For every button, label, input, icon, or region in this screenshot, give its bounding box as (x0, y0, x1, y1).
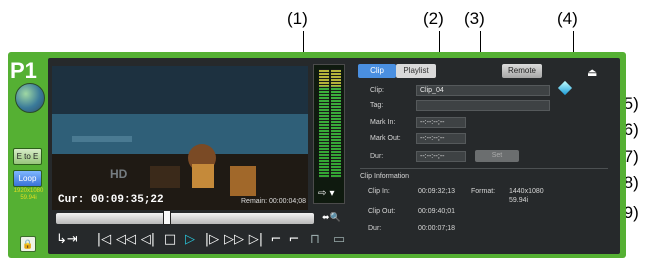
set-button[interactable]: Set (475, 150, 519, 162)
remote-button[interactable]: Remote (502, 64, 542, 78)
clip-label: Clip: (370, 87, 385, 94)
tag-field[interactable] (416, 100, 550, 111)
play-icon[interactable]: ▷ (180, 229, 200, 251)
dur-field[interactable]: --:--:--;-- (416, 151, 466, 162)
clip-info-heading: Clip Information (360, 173, 410, 180)
clip-in-label: Clip In: (368, 188, 390, 195)
output-arrow-icon[interactable]: ⇨ ▾ (318, 188, 335, 199)
fast-forward-icon[interactable]: ▷▷ (224, 229, 244, 251)
meter-left-channel (319, 69, 329, 178)
tag-label: Tag: (370, 102, 384, 109)
callout-1: (1) (287, 9, 308, 28)
clip-split-icon[interactable]: ⊓ (306, 229, 324, 251)
status-gem-icon[interactable] (557, 80, 573, 96)
video-viewer: HD Cur: 00:09:35;22 Remain: 00:00:04;08 (52, 66, 308, 210)
current-timecode: Cur: 00:09:35;22 (58, 194, 164, 206)
svg-text:HD: HD (110, 167, 128, 181)
remain-timecode: Remain: 00:00:04;08 (241, 198, 306, 205)
zoom-icon[interactable]: ⬌🔍 (322, 212, 341, 223)
dur-label: Dur: (370, 153, 384, 160)
section-divider (360, 168, 608, 169)
scrub-handle[interactable] (162, 210, 171, 225)
loop-button[interactable]: Loop (13, 170, 42, 187)
tab-playlist[interactable]: Playlist (396, 64, 436, 78)
step-back-icon[interactable]: ◁| (138, 229, 158, 251)
callout-2: (2) (423, 9, 444, 28)
scrub-bar[interactable] (56, 213, 314, 224)
goto-start-icon[interactable]: |◁ (94, 229, 114, 251)
rewind-icon[interactable]: ◁◁ (116, 229, 136, 251)
video-frame-image: HD (52, 66, 308, 210)
mark-out-icon[interactable]: ⌐ (266, 229, 286, 251)
audio-meter (313, 64, 345, 204)
mark-in-icon[interactable]: ↳⇥ (56, 229, 78, 251)
format-rate-value: 59.94i (509, 197, 529, 204)
stop-icon[interactable]: □ (160, 229, 180, 251)
format-resolution: 1920x1080 (13, 188, 44, 194)
step-forward-icon[interactable]: |▷ (202, 229, 222, 251)
clip-dur-label: Dur: (368, 225, 382, 232)
format-indicator: 1920x1080 59.94i (13, 188, 44, 202)
meter-right-channel (331, 69, 341, 178)
lock-icon[interactable]: 🔒 (20, 236, 36, 252)
clip-dur-value: 00:00:07;18 (418, 225, 455, 232)
callout-4: (4) (557, 9, 578, 28)
format-resolution-value: 1440x1080 (509, 188, 544, 195)
mark-out-alt-icon[interactable]: ⌐ (285, 229, 303, 251)
clip-name-field[interactable]: Clip_04 (416, 85, 550, 96)
clip-in-value: 00:09:32;13 (418, 188, 455, 195)
mark-out-label: Mark Out: (370, 135, 401, 142)
mark-out-field[interactable]: --:--:--;-- (416, 133, 466, 144)
mark-in-label: Mark In: (370, 119, 396, 126)
format-rate: 59.94i (20, 195, 37, 201)
eject-icon[interactable]: ⏏ (587, 66, 597, 79)
clip-out-value: 00:09:40;01 (418, 208, 455, 215)
format-label: Format: (471, 188, 496, 195)
mark-in-field[interactable]: --:--:--;-- (416, 117, 466, 128)
goto-end-icon[interactable]: ▷| (246, 229, 266, 251)
e-to-e-button[interactable]: E to E (13, 148, 42, 165)
tab-clip[interactable]: Clip (358, 64, 396, 78)
callout-3: (3) (464, 9, 485, 28)
save-clip-icon[interactable]: ▭ (328, 229, 350, 251)
channel-label: P1 (10, 58, 37, 83)
clip-out-label: Clip Out: (368, 208, 396, 215)
globe-icon[interactable] (15, 83, 45, 113)
